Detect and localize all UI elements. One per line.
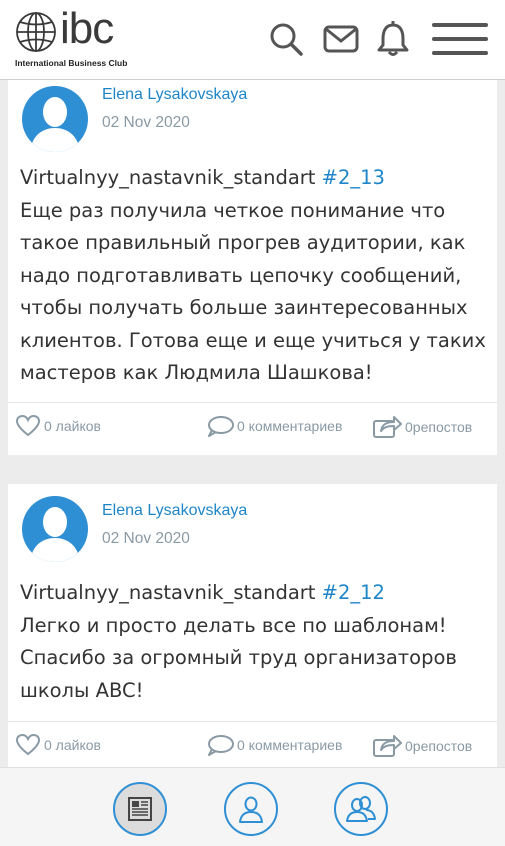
people-icon	[346, 796, 376, 822]
logo-text: ibc	[60, 4, 114, 53]
heart-icon	[15, 734, 41, 756]
bottom-navigation	[0, 767, 505, 846]
news-icon	[128, 797, 152, 821]
avatar[interactable]	[22, 496, 88, 562]
nav-profile-button[interactable]	[224, 782, 278, 836]
logo-subtitle: International Business Club	[15, 58, 128, 68]
post-course-line: Virtualnyy_nastavnik_standart #2_12	[20, 577, 490, 610]
post-author[interactable]: Elena Lysakovskaya	[102, 502, 247, 520]
app-header: ibc International Business Club	[0, 0, 505, 80]
nav-news-button[interactable]	[113, 782, 167, 836]
post-line: Еще раз получила четкое понимание что	[20, 198, 446, 222]
post-line: такое правильный прогрев аудитории, как	[20, 231, 466, 254]
post-card: Elena Lysakovskaya 02 Nov 2020 Virtualny…	[8, 80, 497, 455]
bell-icon[interactable]	[375, 20, 411, 58]
post-body: Virtualnyy_nastavnik_standart #2_13 Еще …	[20, 162, 490, 390]
post-hashtag[interactable]: #2_13	[322, 166, 385, 189]
comments-count: 0 комментариев	[237, 737, 343, 753]
post-hashtag[interactable]: #2_12	[322, 581, 385, 604]
post-line: надо подготавливать цепочку сообщений,	[20, 263, 462, 287]
post-line: клиентов. Готова еще и еще учиться у так…	[20, 328, 486, 352]
comment-icon	[208, 735, 234, 756]
globe-logo-icon	[16, 12, 56, 52]
post-date: 02 Nov 2020	[102, 530, 190, 547]
post-course: Virtualnyy_nastavnik_standart	[20, 581, 316, 604]
likes-count: 0 лайков	[44, 737, 101, 753]
comment-icon	[208, 416, 234, 437]
post-line: чтобы получать больше заинтересованных	[20, 296, 468, 319]
comment-button[interactable]: 0 комментариев	[206, 734, 342, 756]
heart-icon	[15, 415, 41, 437]
repost-button[interactable]: 0репостов	[372, 734, 472, 758]
ibc-logo[interactable]: ibc International Business Club	[14, 4, 144, 70]
menu-icon[interactable]	[432, 22, 488, 56]
post-course: Virtualnyy_nastavnik_standart	[20, 166, 316, 189]
post-body: Virtualnyy_nastavnik_standart #2_12 Легк…	[20, 577, 490, 707]
nav-people-button[interactable]	[334, 782, 388, 836]
avatar[interactable]	[22, 86, 88, 152]
reposts-count: 0репостов	[405, 419, 473, 435]
share-icon	[373, 416, 402, 438]
post-line: Легко и просто делать все по шаблонам!	[20, 613, 447, 637]
post-date: 02 Nov 2020	[102, 114, 190, 131]
post-card: Elena Lysakovskaya 02 Nov 2020 Virtualny…	[8, 484, 497, 767]
share-icon	[373, 735, 402, 757]
post-line: мастеров как Людмила Шашкова!	[20, 361, 373, 384]
search-icon[interactable]	[267, 20, 305, 58]
user-silhouette-icon	[30, 507, 80, 562]
repost-button[interactable]: 0репостов	[372, 415, 472, 439]
reposts-count: 0репостов	[405, 738, 473, 754]
profile-icon	[239, 796, 263, 823]
post-line: Спасибо за огромный труд организаторов	[20, 646, 457, 669]
post-line: школы ABC!	[20, 678, 144, 702]
post-course-line: Virtualnyy_nastavnik_standart #2_13	[20, 162, 490, 195]
like-button[interactable]: 0 лайков	[15, 734, 101, 756]
likes-count: 0 лайков	[44, 418, 101, 434]
post-actions: 0 лайков 0 комментариев 0репостов	[8, 402, 497, 446]
mail-icon[interactable]	[323, 24, 359, 54]
comments-count: 0 комментариев	[237, 418, 343, 434]
post-actions: 0 лайков 0 комментариев 0репостов	[8, 721, 497, 765]
comment-button[interactable]: 0 комментариев	[206, 415, 342, 437]
like-button[interactable]: 0 лайков	[15, 415, 101, 437]
user-silhouette-icon	[30, 97, 80, 152]
post-author[interactable]: Elena Lysakovskaya	[102, 86, 247, 104]
